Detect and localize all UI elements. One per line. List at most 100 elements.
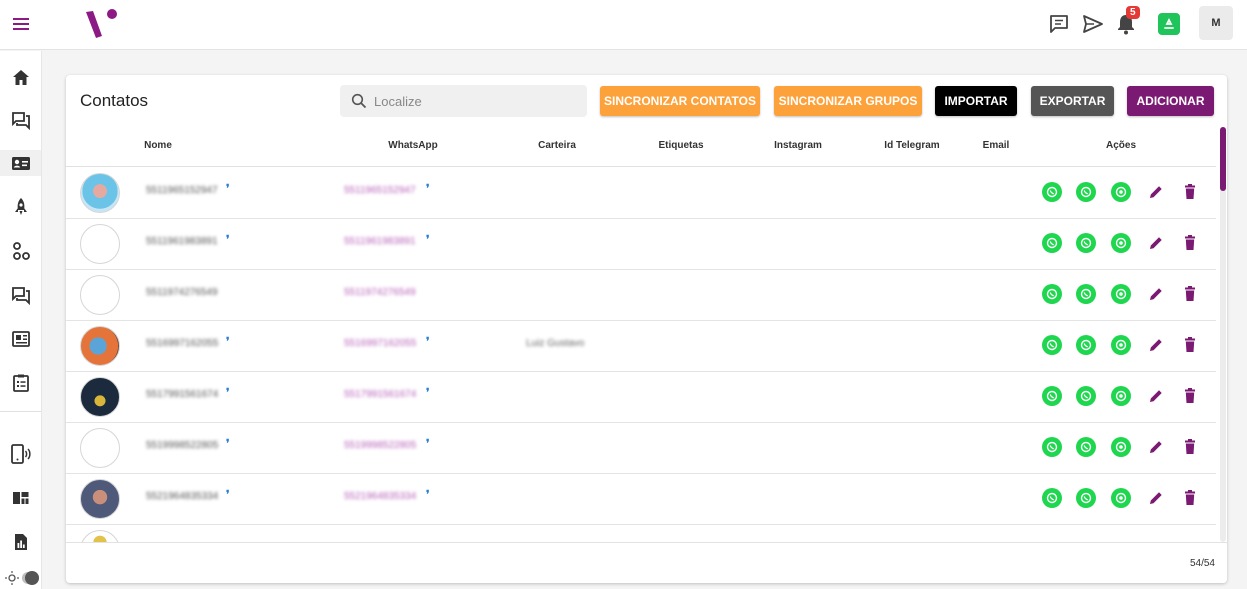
sidebar-item-devices[interactable] (8, 441, 34, 467)
whatsapp-status-icon[interactable] (1111, 284, 1131, 304)
table-row: 5511974276549 5511974276549 (66, 269, 1216, 321)
contact-name: 5521964835334 (146, 491, 219, 502)
whatsapp-status-icon[interactable] (1111, 488, 1131, 508)
chat-icon (12, 112, 30, 130)
edit-icon[interactable] (1146, 335, 1166, 355)
queue-icon (12, 287, 30, 305)
search-input[interactable] (374, 85, 579, 117)
sidebar-item-queues[interactable] (8, 282, 34, 308)
whatsapp-status-icon[interactable] (1111, 386, 1131, 406)
scrollbar[interactable] (1220, 127, 1226, 542)
sidebar-divider (0, 411, 41, 412)
table-row: 5516997162055 ❜ 5516997162055 ❜ Luiz Gus… (66, 320, 1216, 372)
whatsapp-call-icon[interactable] (1076, 386, 1096, 406)
column-header[interactable]: Id Telegram (884, 140, 939, 151)
dashboard-icon (13, 492, 29, 504)
contact-name: 5516997162055 (146, 338, 219, 349)
table-row: 5517991561674 ❜ 5517991561674 ❜ (66, 371, 1216, 423)
column-header[interactable]: Instagram (774, 140, 822, 151)
whatsapp-chat-icon[interactable] (1042, 233, 1062, 253)
table-footer: 54/54 (66, 542, 1227, 583)
avatar (80, 377, 120, 417)
edit-icon[interactable] (1146, 437, 1166, 457)
whatsapp-call-icon[interactable] (1076, 182, 1096, 202)
delete-icon[interactable] (1180, 284, 1200, 304)
whatsapp-call-icon[interactable] (1076, 437, 1096, 457)
chat-bubble-icon[interactable] (1047, 12, 1071, 36)
contact-name: 5519998522805 (146, 440, 219, 451)
whatsapp-call-icon[interactable] (1076, 335, 1096, 355)
whatsapp-status-icon[interactable] (1111, 335, 1131, 355)
menu-icon[interactable] (10, 13, 32, 35)
verified-icon: ❜ (426, 489, 430, 501)
theme-toggle[interactable] (4, 569, 40, 587)
verified-icon: ❜ (426, 438, 430, 450)
record-count: 54/54 (1189, 558, 1215, 569)
send-icon[interactable] (1081, 12, 1105, 36)
delete-icon[interactable] (1180, 182, 1200, 202)
sync-groups-button[interactable]: SINCRONIZAR GRUPOS (774, 86, 922, 116)
page-title: Contatos (80, 91, 149, 110)
whatsapp-status-icon[interactable] (1111, 182, 1131, 202)
contacts-card: Contatos SINCRONIZAR CONTATOS SINCRONIZA… (66, 75, 1227, 583)
verified-icon: ❜ (426, 387, 430, 399)
whatsapp-chat-icon[interactable] (1042, 437, 1062, 457)
table-body: 5511965152947 ❜ 5511965152947 ❜ 55119619… (66, 167, 1216, 542)
column-header[interactable]: Carteira (538, 140, 576, 151)
whatsapp-status-icon[interactable] (1111, 233, 1131, 253)
column-header[interactable]: Email (983, 140, 1010, 151)
search-icon (351, 93, 367, 109)
sidebar-item-connections[interactable] (8, 238, 34, 264)
sidebar-item-contacts[interactable] (0, 150, 41, 176)
whatsapp-status-icon[interactable] (1158, 13, 1180, 35)
verified-icon: ❜ (426, 183, 430, 195)
delete-icon[interactable] (1180, 488, 1200, 508)
sidebar-item-news[interactable] (8, 326, 34, 352)
device-icon (11, 444, 31, 464)
table-row: 5511965152947 ❜ 5511965152947 ❜ (66, 167, 1216, 219)
report-icon (15, 534, 27, 550)
whatsapp-call-icon[interactable] (1076, 488, 1096, 508)
edit-icon[interactable] (1146, 233, 1166, 253)
sync-contacts-button[interactable]: SINCRONIZAR CONTATOS (600, 86, 760, 116)
contact-name: 5511965152947 (146, 185, 218, 196)
whatsapp-chat-icon[interactable] (1042, 335, 1062, 355)
user-avatar[interactable]: M (1199, 6, 1233, 40)
edit-icon[interactable] (1146, 182, 1166, 202)
sidebar-item-dashboard[interactable] (8, 485, 34, 511)
table-row (66, 524, 1216, 542)
app-logo (82, 4, 122, 44)
edit-icon[interactable] (1146, 284, 1166, 304)
column-header[interactable]: WhatsApp (388, 140, 437, 151)
delete-icon[interactable] (1180, 233, 1200, 253)
export-button[interactable]: EXPORTAR (1031, 86, 1114, 116)
verified-icon: ❜ (226, 183, 230, 195)
whatsapp-status-icon[interactable] (1111, 437, 1131, 457)
import-button[interactable]: IMPORTAR (935, 86, 1017, 116)
sidebar-item-tasks[interactable] (8, 370, 34, 396)
clipboard-icon (13, 374, 29, 392)
contact-name: 5511961983891 (146, 236, 218, 247)
edit-icon[interactable] (1146, 386, 1166, 406)
edit-icon[interactable] (1146, 488, 1166, 508)
whatsapp-chat-icon[interactable] (1042, 386, 1062, 406)
sidebar-item-reports[interactable] (8, 529, 34, 555)
sidebar-item-home[interactable] (8, 65, 34, 91)
contact-whatsapp: 5511965152947 (344, 185, 416, 196)
whatsapp-call-icon[interactable] (1076, 284, 1096, 304)
whatsapp-chat-icon[interactable] (1042, 284, 1062, 304)
add-button[interactable]: ADICIONAR (1127, 86, 1214, 116)
whatsapp-call-icon[interactable] (1076, 233, 1096, 253)
sidebar-item-chats[interactable] (8, 107, 34, 133)
delete-icon[interactable] (1180, 386, 1200, 406)
column-header[interactable]: Etiquetas (658, 140, 703, 151)
scrollbar-thumb[interactable] (1220, 127, 1226, 191)
delete-icon[interactable] (1180, 437, 1200, 457)
column-header[interactable]: Ações (1106, 140, 1136, 151)
delete-icon[interactable] (1180, 335, 1200, 355)
sidebar (0, 51, 42, 589)
whatsapp-chat-icon[interactable] (1042, 182, 1062, 202)
whatsapp-chat-icon[interactable] (1042, 488, 1062, 508)
sidebar-item-campaigns[interactable] (8, 194, 34, 220)
column-header[interactable]: Nome (144, 140, 172, 151)
